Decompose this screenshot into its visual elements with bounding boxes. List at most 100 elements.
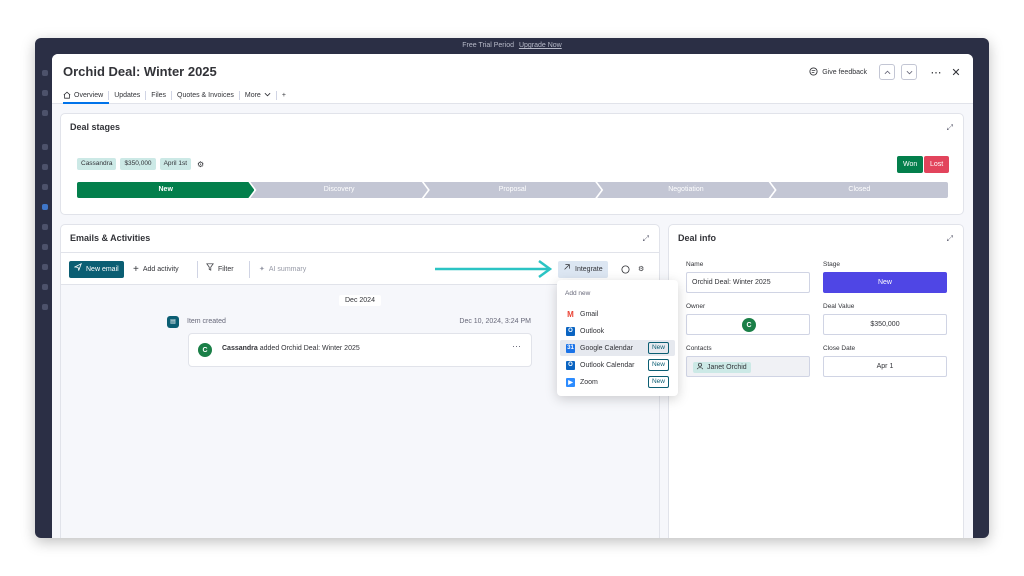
chat-icon[interactable] — [621, 261, 630, 278]
integrate-dropdown: Add new M Gmail O Outlook 31 Google Cale… — [557, 280, 678, 396]
new-email-button[interactable]: New email — [69, 261, 124, 278]
lost-button[interactable]: Lost — [924, 156, 950, 173]
tab-more[interactable]: More — [240, 91, 277, 100]
gear-icon[interactable]: ⚙ — [197, 160, 204, 169]
send-icon — [73, 261, 82, 278]
menu-item-label: Outlook — [580, 327, 605, 335]
previous-item-button[interactable] — [879, 64, 895, 80]
left-sidebar — [35, 54, 53, 538]
stage-pipeline: New Discovery Proposal Negotiation Close… — [77, 182, 949, 198]
ai-summary-button[interactable]: ✦ AI summary — [259, 261, 306, 278]
close-date-label: Close Date — [823, 345, 856, 352]
stage-step-negotiation[interactable]: Negotiation — [597, 182, 774, 198]
stage-step-new[interactable]: New — [77, 182, 254, 198]
value-tag: $350,000 — [120, 158, 156, 170]
header-actions: Give feedback ⋯ ✕ — [809, 64, 963, 80]
owner-label: Owner — [686, 303, 706, 310]
menu-item-gmail[interactable]: M Gmail — [560, 306, 675, 322]
contact-chip[interactable]: Janet Orchid — [693, 362, 751, 373]
activity-entry[interactable]: C Cassandra added Orchid Deal: Winter 20… — [188, 333, 532, 367]
sidebar-icon[interactable] — [42, 90, 48, 96]
filter-button[interactable]: Filter — [206, 261, 234, 278]
name-field[interactable]: Orchid Deal: Winter 2025 — [686, 272, 810, 293]
deal-info-title: Deal info — [678, 233, 717, 243]
integrate-button[interactable]: Integrate — [558, 261, 608, 278]
next-item-button[interactable] — [901, 64, 917, 80]
trial-text: Free Trial Period — [462, 42, 514, 49]
menu-item-google-calendar[interactable]: 31 Google Calendar New — [560, 340, 675, 356]
close-date-field[interactable]: Apr 1 — [823, 356, 947, 377]
outlook-icon: O — [566, 326, 575, 336]
activity-user: Cassandra — [222, 345, 258, 352]
deal-tags: Cassandra $350,000 April 1st ⚙ — [77, 158, 204, 170]
sidebar-icon[interactable] — [42, 70, 48, 76]
stage-step-closed[interactable]: Closed — [770, 182, 949, 198]
deal-stages-title: Deal stages — [70, 122, 121, 132]
tab-label: Overview — [74, 92, 104, 99]
modal-header: Orchid Deal: Winter 2025 Overview Update… — [52, 54, 973, 104]
sparkle-icon: ✦ — [259, 266, 265, 273]
stage-status[interactable]: New — [823, 272, 947, 293]
ai-summary-label: AI summary — [268, 266, 307, 273]
contacts-label: Contacts — [686, 345, 712, 352]
stage-step-discovery[interactable]: Discovery — [250, 182, 427, 198]
sidebar-icon[interactable] — [42, 304, 48, 310]
tab-updates[interactable]: Updates — [109, 91, 147, 100]
deal-value-field[interactable]: $350,000 — [823, 314, 947, 335]
feedback-icon — [809, 66, 818, 78]
avatar: C — [742, 318, 756, 332]
zoom-icon: ▶ — [566, 377, 575, 387]
menu-item-zoom[interactable]: ▶ Zoom New — [560, 374, 675, 390]
tab-overview[interactable]: Overview — [63, 91, 110, 100]
tab-quotes-invoices[interactable]: Quotes & Invoices — [172, 91, 240, 100]
expand-icon[interactable]: ⤢ — [643, 234, 649, 244]
settings-gear-icon[interactable]: ⚙ — [638, 261, 644, 278]
date-tag: April 1st — [159, 158, 192, 170]
upgrade-link[interactable]: Upgrade Now — [519, 42, 562, 49]
won-button[interactable]: Won — [897, 156, 924, 173]
new-badge: New — [647, 359, 669, 371]
contact-name: Janet Orchid — [707, 364, 747, 371]
board-icon: ▤ — [167, 316, 179, 328]
sidebar-icon[interactable] — [42, 164, 48, 170]
deal-value-label: Deal Value — [823, 303, 855, 310]
menu-item-label: Outlook Calendar — [580, 361, 635, 369]
outlook-calendar-icon: O — [566, 360, 575, 370]
tab-bar: Overview Updates Files Quotes & Invoices… — [63, 89, 291, 102]
contacts-field[interactable]: Janet Orchid — [686, 356, 810, 377]
owner-field[interactable]: C — [686, 314, 810, 335]
google-calendar-icon: 31 — [566, 343, 575, 353]
plus-icon: + — [133, 264, 139, 275]
filter-label: Filter — [218, 266, 234, 273]
sidebar-icon[interactable] — [42, 184, 48, 190]
more-options-icon[interactable]: ⋯ — [512, 341, 521, 352]
add-tab-button[interactable]: + — [277, 91, 291, 100]
expand-icon[interactable]: ⤢ — [947, 234, 953, 244]
gmail-icon: M — [566, 309, 575, 319]
menu-item-outlook-calendar[interactable]: O Outlook Calendar New — [560, 357, 675, 373]
sidebar-icon[interactable] — [42, 284, 48, 290]
menu-item-label: Zoom — [580, 378, 598, 386]
menu-item-label: Google Calendar — [580, 344, 633, 352]
menu-item-label: Gmail — [580, 310, 599, 318]
sidebar-icon[interactable] — [42, 204, 48, 210]
stage-step-proposal[interactable]: Proposal — [424, 182, 601, 198]
activity-text: Cassandra added Orchid Deal: Winter 2025 — [222, 345, 360, 352]
deal-stages-card: Deal stages ⤢ Cassandra $350,000 April 1… — [60, 113, 964, 215]
give-feedback-button[interactable]: Give feedback — [809, 66, 867, 78]
sidebar-icon[interactable] — [42, 264, 48, 270]
menu-item-outlook[interactable]: O Outlook — [560, 323, 675, 339]
add-activity-button[interactable]: + Add activity — [133, 261, 179, 278]
tab-files[interactable]: Files — [146, 91, 173, 100]
item-created-date: Dec 10, 2024, 3:24 PM — [459, 318, 531, 325]
sidebar-icon[interactable] — [42, 110, 48, 116]
sidebar-icon[interactable] — [42, 144, 48, 150]
more-options-icon[interactable]: ⋯ — [929, 65, 943, 79]
expand-icon[interactable]: ⤢ — [947, 123, 953, 133]
pointer-arrow — [433, 259, 555, 284]
deal-info-card: Deal info ⤢ Name Orchid Deal: Winter 202… — [668, 224, 964, 538]
close-icon[interactable]: ✕ — [949, 65, 963, 79]
sidebar-icon[interactable] — [42, 244, 48, 250]
tab-label: Updates — [114, 92, 141, 99]
sidebar-icon[interactable] — [42, 224, 48, 230]
